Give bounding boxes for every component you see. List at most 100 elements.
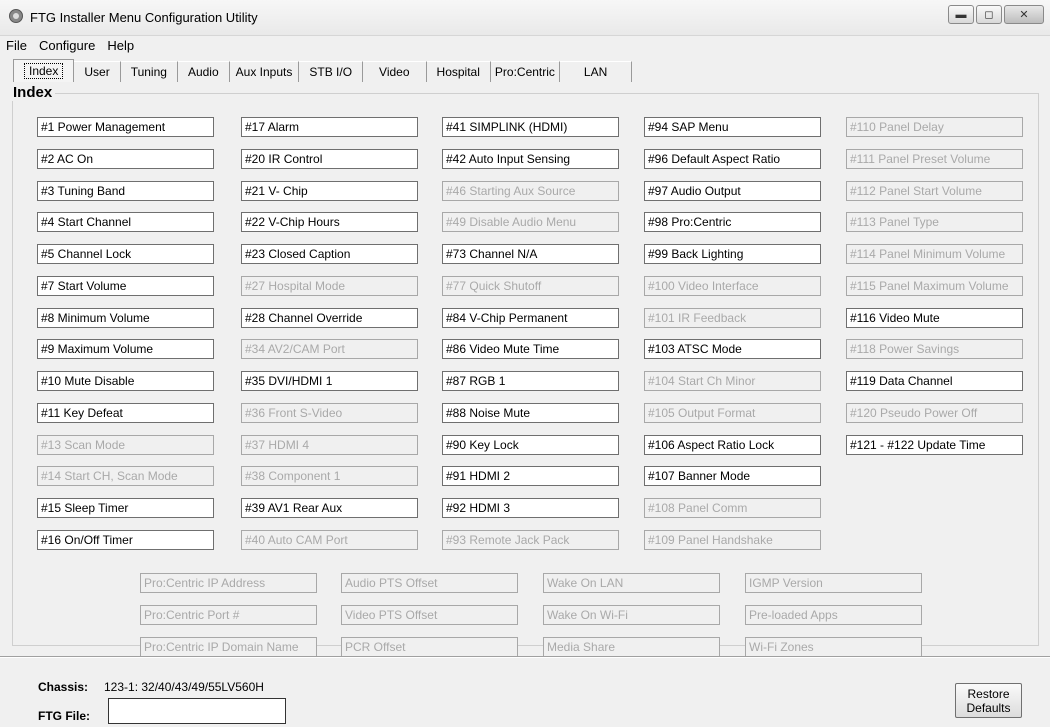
option-item[interactable]: #23 Closed Caption: [241, 244, 418, 264]
option-item[interactable]: #11 Key Defeat: [37, 403, 214, 423]
option-item[interactable]: #41 SIMPLINK (HDMI): [442, 117, 619, 137]
menu-file[interactable]: File: [0, 37, 33, 55]
title-bar: FTG Installer Menu Configuration Utility…: [0, 0, 1050, 36]
option-item[interactable]: #2 AC On: [37, 149, 214, 169]
option-item: #101 IR Feedback: [644, 308, 821, 328]
option-item[interactable]: #39 AV1 Rear Aux: [241, 498, 418, 518]
menu-help[interactable]: Help: [101, 37, 140, 55]
option-item: #108 Panel Comm: [644, 498, 821, 518]
option-item[interactable]: #28 Channel Override: [241, 308, 418, 328]
option-item: #77 Quick Shutoff: [442, 276, 619, 296]
tab-index[interactable]: Index: [13, 59, 75, 82]
option-item[interactable]: #73 Channel N/A: [442, 244, 619, 264]
option-item[interactable]: #96 Default Aspect Ratio: [644, 149, 821, 169]
option-item[interactable]: #17 Alarm: [241, 117, 418, 137]
option-item[interactable]: #94 SAP Menu: [644, 117, 821, 137]
option-item: #37 HDMI 4: [241, 435, 418, 455]
menu-bar: File Configure Help: [0, 37, 140, 55]
tab-aux-inputs[interactable]: Aux Inputs: [229, 61, 300, 82]
option-item[interactable]: #4 Start Channel: [37, 212, 214, 232]
option-item: #120 Pseudo Power Off: [846, 403, 1023, 423]
option-item: #114 Panel Minimum Volume: [846, 244, 1023, 264]
extra-option-item: Wake On LAN: [543, 573, 720, 593]
option-item[interactable]: #84 V-Chip Permanent: [442, 308, 619, 328]
tab-tuning[interactable]: Tuning: [120, 61, 178, 82]
option-item[interactable]: #88 Noise Mute: [442, 403, 619, 423]
extra-option-item: Video PTS Offset: [341, 605, 518, 625]
option-item[interactable]: #16 On/Off Timer: [37, 530, 214, 550]
restore-label-line1: Restore: [967, 687, 1010, 701]
option-item: #13 Scan Mode: [37, 435, 214, 455]
option-item[interactable]: #10 Mute Disable: [37, 371, 214, 391]
extra-option-item: PCR Offset: [341, 637, 518, 657]
option-item: #34 AV2/CAM Port: [241, 339, 418, 359]
restore-label-line2: Defaults: [966, 701, 1011, 715]
option-item: #46 Starting Aux Source: [442, 181, 619, 201]
extra-option-item: Pre-loaded Apps: [745, 605, 922, 625]
option-item: #100 Video Interface: [644, 276, 821, 296]
option-item[interactable]: #15 Sleep Timer: [37, 498, 214, 518]
option-item[interactable]: #99 Back Lighting: [644, 244, 821, 264]
close-button[interactable]: ✕: [1004, 5, 1044, 24]
menu-configure[interactable]: Configure: [33, 37, 101, 55]
option-item: #113 Panel Type: [846, 212, 1023, 232]
option-item: #36 Front S-Video: [241, 403, 418, 423]
chassis-label: Chassis:: [38, 680, 89, 694]
window-title: FTG Installer Menu Configuration Utility: [30, 10, 258, 25]
option-item[interactable]: #9 Maximum Volume: [37, 339, 214, 359]
window-controls: ▬ ◻ ✕: [948, 5, 1044, 24]
option-item: #14 Start CH, Scan Mode: [37, 466, 214, 486]
option-item[interactable]: #106 Aspect Ratio Lock: [644, 435, 821, 455]
option-item[interactable]: #87 RGB 1: [442, 371, 619, 391]
tab-pro-centric[interactable]: Pro:Centric: [490, 61, 560, 82]
option-item[interactable]: #3 Tuning Band: [37, 181, 214, 201]
minimize-button[interactable]: ▬: [948, 5, 974, 24]
option-item[interactable]: #86 Video Mute Time: [442, 339, 619, 359]
ftg-file-field[interactable]: [108, 698, 286, 724]
option-item[interactable]: #98 Pro:Centric: [644, 212, 821, 232]
option-item[interactable]: #92 HDMI 3: [442, 498, 619, 518]
option-item[interactable]: #21 V- Chip: [241, 181, 418, 201]
option-item: #27 Hospital Mode: [241, 276, 418, 296]
option-item[interactable]: #121 - #122 Update Time: [846, 435, 1023, 455]
option-item: #109 Panel Handshake: [644, 530, 821, 550]
option-item[interactable]: #7 Start Volume: [37, 276, 214, 296]
option-item: #118 Power Savings: [846, 339, 1023, 359]
option-item[interactable]: #1 Power Management: [37, 117, 214, 137]
option-item[interactable]: #119 Data Channel: [846, 371, 1023, 391]
footer-separator: [0, 656, 1050, 658]
restore-defaults-button[interactable]: Restore Defaults: [955, 683, 1022, 718]
extra-option-item: Pro:Centric IP Domain Name: [140, 637, 317, 657]
option-item[interactable]: #8 Minimum Volume: [37, 308, 214, 328]
option-item: #111 Panel Preset Volume: [846, 149, 1023, 169]
tab-hospital[interactable]: Hospital: [426, 61, 491, 82]
app-icon: [9, 9, 23, 23]
option-item: #110 Panel Delay: [846, 117, 1023, 137]
option-item[interactable]: #20 IR Control: [241, 149, 418, 169]
option-item[interactable]: #22 V-Chip Hours: [241, 212, 418, 232]
tab-lan[interactable]: LAN: [559, 61, 633, 82]
option-item[interactable]: #90 Key Lock: [442, 435, 619, 455]
option-item: #49 Disable Audio Menu: [442, 212, 619, 232]
option-item: #105 Output Format: [644, 403, 821, 423]
option-item[interactable]: #42 Auto Input Sensing: [442, 149, 619, 169]
option-item[interactable]: #103 ATSC Mode: [644, 339, 821, 359]
tab-strip: Index User Tuning Audio Aux Inputs STB I…: [13, 59, 633, 83]
group-title: Index: [10, 84, 56, 101]
tab-user[interactable]: User: [74, 61, 121, 82]
option-item[interactable]: #91 HDMI 2: [442, 466, 619, 486]
option-item[interactable]: #116 Video Mute: [846, 308, 1023, 328]
tab-audio[interactable]: Audio: [177, 61, 230, 82]
tab-label: Index: [24, 63, 64, 79]
tab-stb-io[interactable]: STB I/O: [299, 61, 364, 82]
maximize-button[interactable]: ◻: [976, 5, 1002, 24]
option-item[interactable]: #97 Audio Output: [644, 181, 821, 201]
option-item[interactable]: #107 Banner Mode: [644, 466, 821, 486]
extra-option-item: Wake On Wi-Fi: [543, 605, 720, 625]
tab-video[interactable]: Video: [363, 61, 427, 82]
option-item: #40 Auto CAM Port: [241, 530, 418, 550]
option-item[interactable]: #5 Channel Lock: [37, 244, 214, 264]
extra-option-item: Pro:Centric IP Address: [140, 573, 317, 593]
chassis-value: 123-1: 32/40/43/49/55LV560H: [104, 680, 264, 694]
option-item[interactable]: #35 DVI/HDMI 1: [241, 371, 418, 391]
